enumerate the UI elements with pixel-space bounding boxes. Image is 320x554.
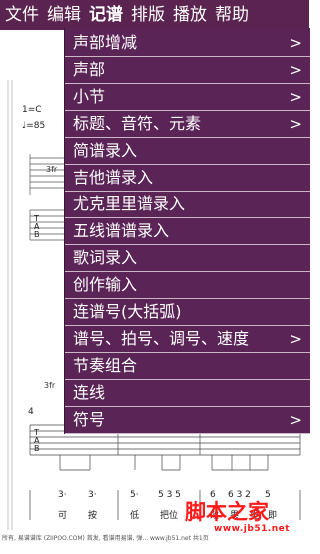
menu-item-1[interactable]: 声部 > (65, 57, 310, 84)
menu-item-label: 尤克里里谱录入 (73, 194, 186, 214)
watermark-title: 脚本之家 (185, 500, 269, 524)
menu-item-2[interactable]: 小节 > (65, 84, 310, 111)
menu-item-label: 简谱录入 (73, 140, 138, 160)
chord-diagram-label-1: 3fr (46, 165, 58, 174)
menu-4[interactable]: 播放 (170, 0, 210, 30)
jianpu-note: 3· (58, 490, 67, 500)
key-signature-text: 1=C (22, 105, 42, 115)
menu-item-4[interactable]: 简谱录入 (65, 138, 310, 165)
submenu-arrow-icon: > (289, 329, 302, 348)
menu-item-label: 五线谱谱录入 (73, 221, 170, 241)
menu-item-10[interactable]: 连谱号(大括弧) (65, 299, 310, 326)
menu-item-label: 创作输入 (73, 275, 138, 295)
menu-item-label: 标题、音符、元素 (73, 113, 202, 133)
menu-item-8[interactable]: 歌词录入 (65, 245, 310, 273)
menu-1[interactable]: 编辑 (44, 0, 84, 30)
menu-item-label: 吉他谱录入 (73, 167, 154, 187)
menu-item-5[interactable]: 吉他谱录入 (65, 165, 310, 192)
lyric: 把位 (160, 511, 179, 521)
menu-bar: 文件 编辑 记谱 排版 播放 帮助 (0, 0, 309, 30)
menu-item-label: 连线 (73, 382, 106, 402)
submenu-arrow-icon: > (289, 87, 302, 106)
margin-lines (7, 80, 13, 530)
submenu-arrow-icon: > (289, 410, 302, 429)
jianpu-note: 3· (88, 490, 97, 500)
menu-5[interactable]: 帮助 (212, 0, 252, 30)
menu-2[interactable]: 记谱 (86, 0, 126, 30)
lyric: 即 (268, 511, 278, 521)
watermark-url: www.jb51.net (214, 524, 291, 534)
menu-item-label: 小节 (73, 86, 106, 106)
menu-item-label: 声部 (73, 59, 106, 79)
menu-item-label: 连谱号(大括弧) (73, 302, 182, 321)
jianpu-note: 5· (130, 490, 139, 500)
score-footer: 所有, 易谱谱库 (ZIIPOO.COM) 首发, 看谱用易谱, 弹... ww… (2, 535, 209, 542)
submenu-arrow-icon: > (289, 34, 302, 52)
menu-item-6[interactable]: 尤克里里谱录入 (65, 191, 310, 219)
menu-item-label: 歌词录入 (73, 248, 138, 268)
tab-clef-letter: B (34, 230, 40, 239)
menu-item-label: 谱号、拍号、调号、速度 (73, 328, 250, 348)
lyric: 按 (88, 511, 98, 521)
menu-item-13[interactable]: 连线 (65, 380, 310, 407)
lyric: 低 (130, 511, 140, 521)
chord-diagram-label-2: 3fr (44, 381, 56, 390)
tab-clef-1: T A B (33, 214, 40, 239)
menu-item-label: 节奏组合 (73, 355, 138, 375)
tab-clef-letter: B (34, 444, 40, 453)
measure-number: 4 (28, 407, 34, 417)
menu-item-label: 符号 (73, 409, 106, 429)
jianpu-note: 5 3 5 (158, 490, 181, 500)
lyric: 可 (58, 511, 68, 521)
submenu-arrow-icon: > (289, 60, 302, 79)
tab-clef-2: T A B (33, 428, 40, 453)
menu-item-label: 声部增减 (73, 33, 138, 52)
menu-item-3[interactable]: 标题、音符、元素 > (65, 111, 310, 138)
menu-item-7[interactable]: 五线谱谱录入 (65, 218, 310, 246)
menu-item-12[interactable]: 节奏组合 (65, 353, 310, 380)
menu-0[interactable]: 文件 (2, 0, 42, 30)
notation-dropdown-menu: 声部增减 > 声部 > 小节 > 标题、音符、元素 > 简谱录入吉他谱录入尤克里里谱录入 五线谱谱… (64, 28, 310, 434)
menu-3[interactable]: 排版 (128, 0, 168, 30)
menu-item-0[interactable]: 声部增减 > (65, 30, 310, 57)
menu-item-9[interactable]: 创作输入 (65, 272, 310, 300)
tempo-text: ♩=85 (22, 121, 45, 131)
menu-item-14[interactable]: 符号 > (65, 407, 310, 434)
menu-item-11[interactable]: 谱号、拍号、调号、速度 > (65, 326, 310, 353)
submenu-arrow-icon: > (289, 114, 302, 133)
